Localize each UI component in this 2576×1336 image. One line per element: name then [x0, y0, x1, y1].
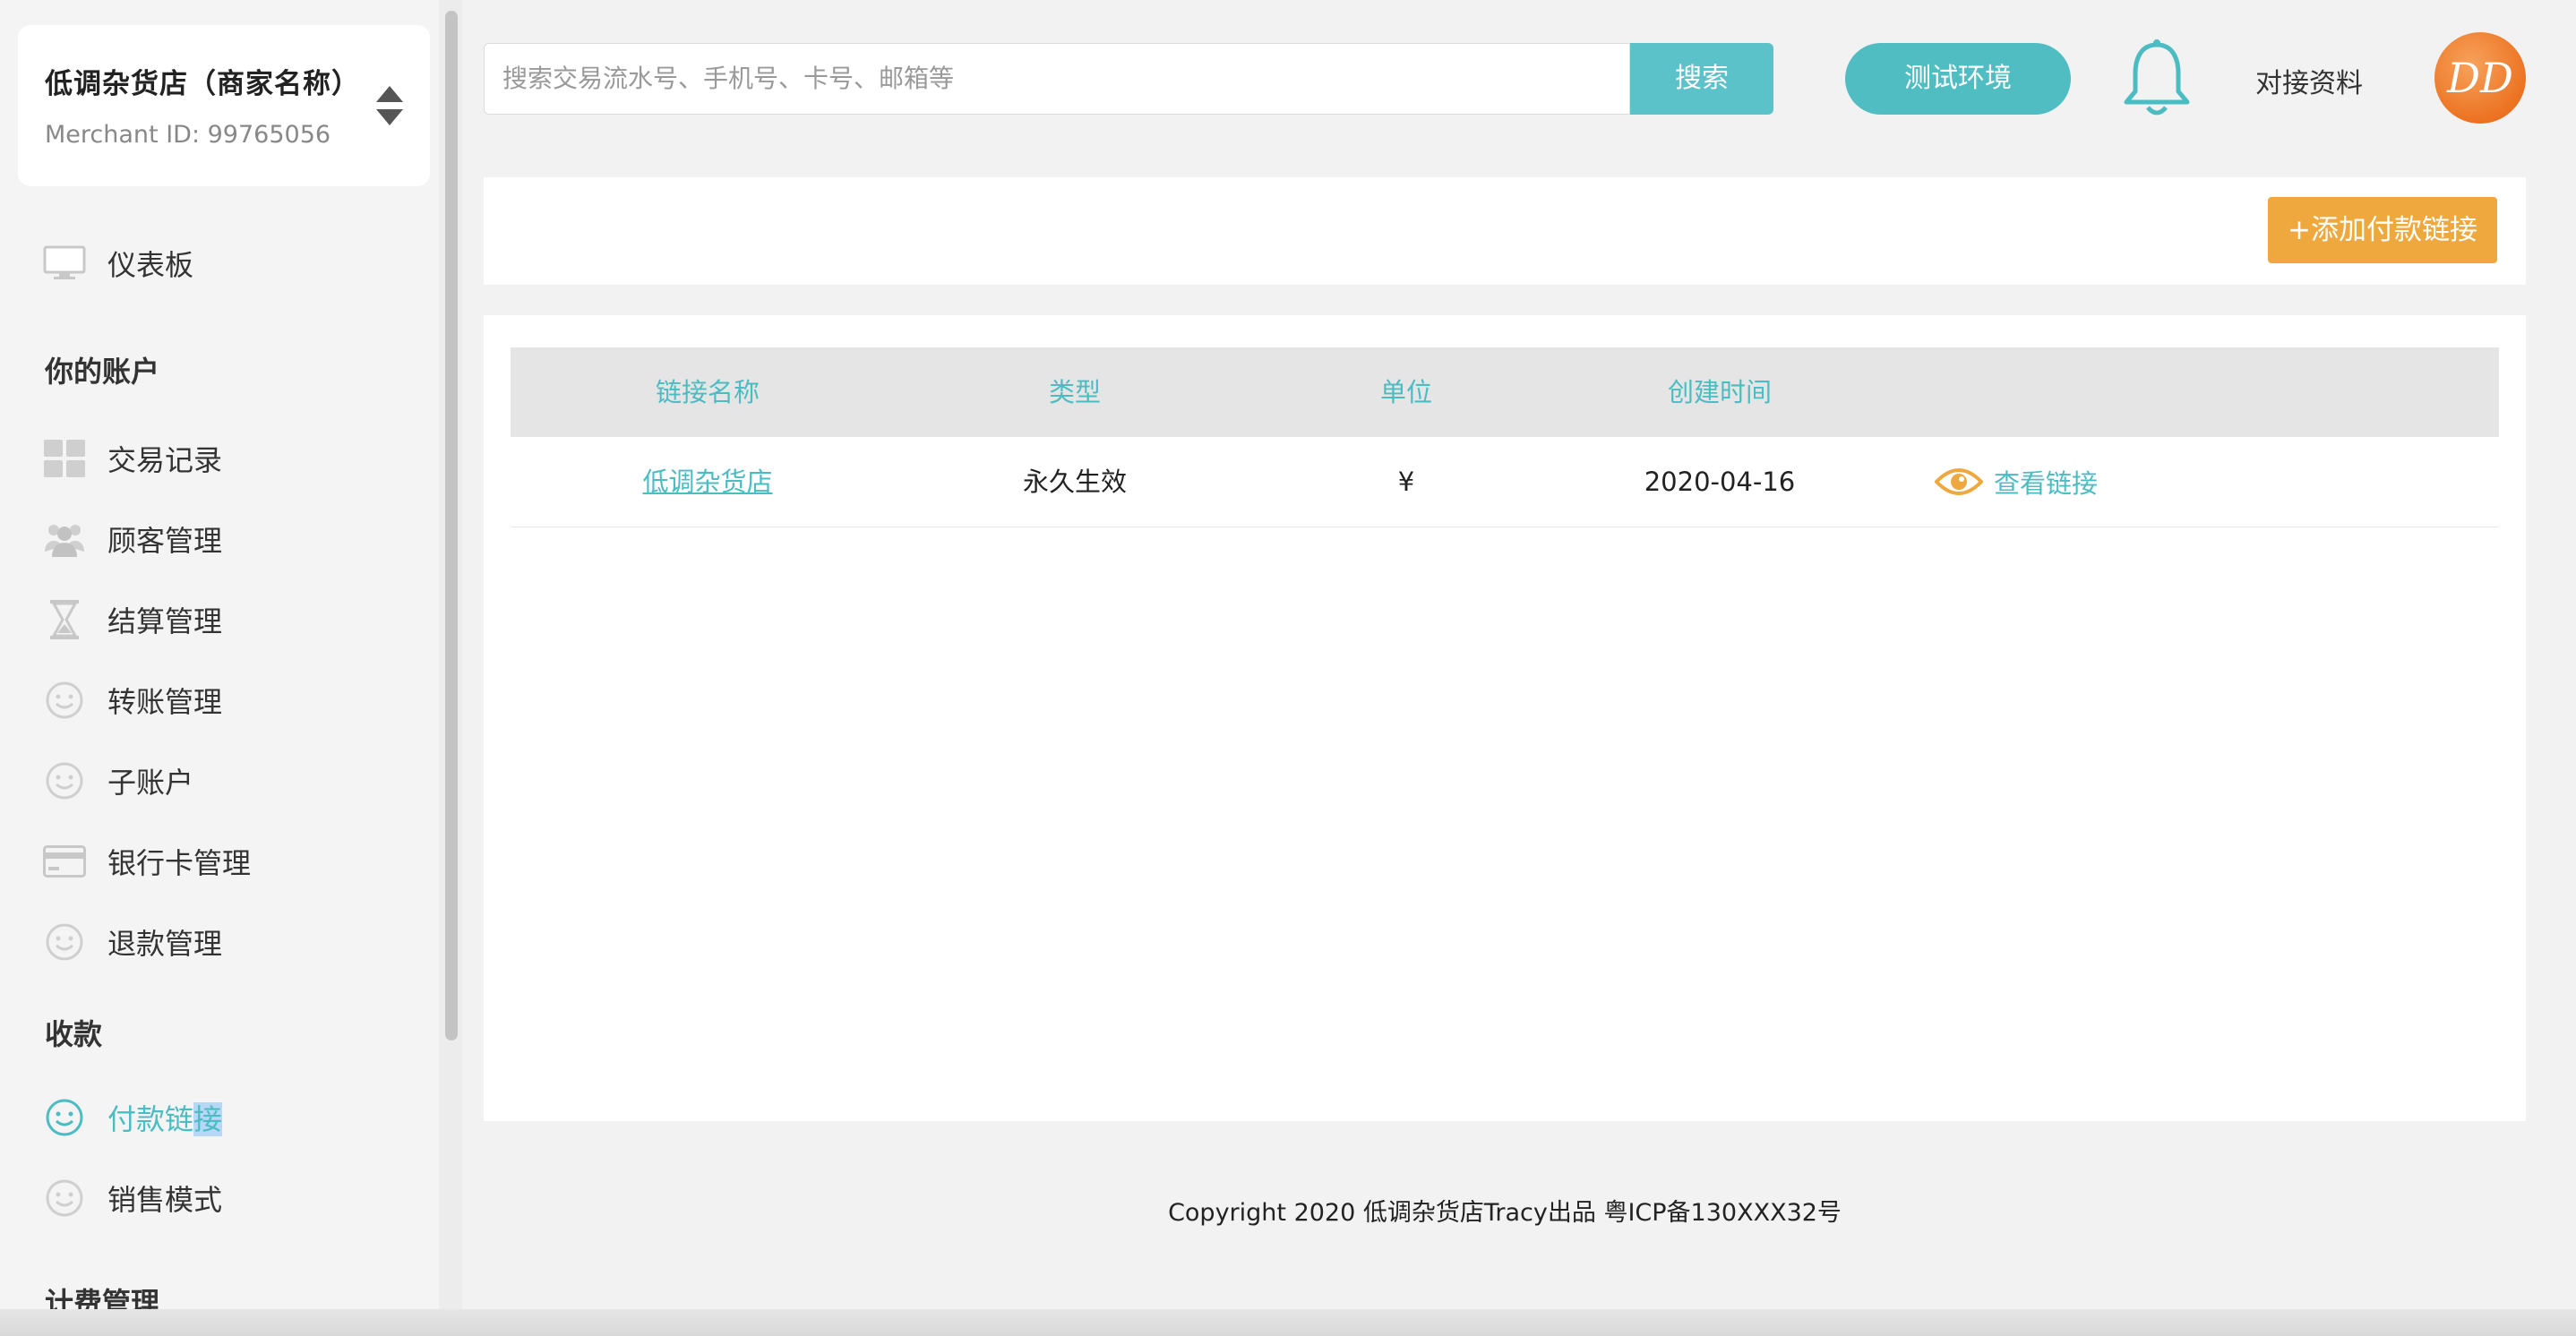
sidebar-item-label: 销售模式 — [107, 1183, 223, 1217]
search-input[interactable]: 搜索交易流水号、手机号、卡号、邮箱等 — [484, 43, 1630, 115]
sidebar-item-customers[interactable]: 顾客管理 — [43, 512, 222, 566]
column-header-created-time: 创建时间 — [1667, 377, 1772, 407]
sidebar-item-refunds[interactable]: 退款管理 — [43, 915, 222, 969]
type-cell: 永久生效 — [1022, 467, 1127, 497]
sidebar-item-label: 子账户 — [107, 766, 194, 800]
unit-cell: ¥ — [1397, 467, 1415, 497]
view-link-action[interactable]: 查看链接 — [1935, 437, 2098, 527]
column-header-unit: 单位 — [1379, 377, 1432, 407]
sidebar-item-settlement[interactable]: 结算管理 — [43, 593, 222, 647]
merchant-name: 低调杂货店（商家名称） — [45, 68, 360, 100]
created-time-cell: 2020-04-16 — [1644, 467, 1796, 497]
table-header: 链接名称 类型 单位 创建时间 — [511, 347, 2499, 437]
smiley-icon — [43, 1177, 86, 1220]
sidebar-item-sub-accounts[interactable]: 子账户 — [43, 754, 193, 808]
footer-copyright: Copyright 2020 低调杂货店Tracy出品 粤ICP备130XXX3… — [1168, 1199, 1842, 1227]
sidebar-item-label: 付款链接 — [107, 1097, 223, 1138]
smiley-icon — [43, 679, 86, 722]
sidebar-item-label: 结算管理 — [107, 604, 223, 638]
grid-icon — [43, 437, 86, 480]
bell-icon[interactable] — [2119, 38, 2194, 120]
column-header-link-name: 链接名称 — [655, 377, 760, 407]
add-payment-link-button[interactable]: +添加付款链接 — [2268, 197, 2497, 263]
sidebar-item-sales-mode[interactable]: 销售模式 — [43, 1171, 222, 1225]
sidebar: 低调杂货店（商家名称） Merchant ID: 99765056 仪表板 你的… — [0, 0, 439, 1309]
merchant-card[interactable]: 低调杂货店（商家名称） Merchant ID: 99765056 — [18, 25, 430, 186]
eye-icon — [1935, 468, 1983, 495]
smiley-icon — [43, 1096, 86, 1139]
payment-links-table-panel: 链接名称 类型 单位 创建时间 低调杂货店 永久生效 ¥ 2020-04-16 … — [484, 315, 2526, 1121]
sidebar-item-label: 银行卡管理 — [107, 846, 252, 880]
sidebar-item-payment-links[interactable]: 付款链接 — [43, 1091, 223, 1144]
window-bottom-bar — [0, 1309, 2576, 1336]
smiley-icon — [43, 759, 86, 802]
section-title-collect: 收款 — [45, 1017, 103, 1051]
sidebar-item-label: 仪表板 — [107, 248, 194, 282]
sidebar-item-transfers[interactable]: 转账管理 — [43, 673, 222, 727]
avatar[interactable]: DD — [2434, 32, 2526, 124]
table-row: 低调杂货店 永久生效 ¥ 2020-04-16 查看链接 — [511, 437, 2499, 527]
sidebar-item-label: 交易记录 — [107, 443, 223, 477]
sidebar-scrollbar-thumb[interactable] — [445, 11, 458, 1041]
section-title-billing: 计费管理 — [45, 1286, 160, 1309]
view-link-label: 查看链接 — [1994, 468, 2099, 499]
sidebar-item-label: 顾客管理 — [107, 524, 223, 558]
integration-docs-link[interactable]: 对接资料 — [2255, 61, 2363, 100]
sidebar-item-dashboard[interactable]: 仪表板 — [43, 236, 193, 290]
section-title-account: 你的账户 — [45, 355, 160, 389]
credit-card-icon — [43, 840, 86, 883]
hourglass-icon — [43, 598, 86, 641]
link-name-cell[interactable]: 低调杂货店 — [600, 437, 815, 527]
smiley-icon — [43, 921, 86, 963]
toolbar-panel: +添加付款链接 — [484, 177, 2526, 285]
switch-merchant-icon[interactable] — [374, 82, 405, 129]
test-environment-button[interactable]: 测试环境 — [1845, 43, 2071, 115]
sidebar-item-label: 退款管理 — [107, 927, 223, 961]
merchant-id: Merchant ID: 99765056 — [45, 121, 331, 149]
sidebar-item-label: 转账管理 — [107, 685, 223, 719]
monitor-icon — [43, 242, 86, 285]
search-button[interactable]: 搜索 — [1630, 43, 1773, 115]
users-icon — [43, 518, 86, 561]
sidebar-item-bank-cards[interactable]: 银行卡管理 — [43, 835, 251, 888]
column-header-type: 类型 — [1048, 377, 1101, 407]
label-plain: 付款链 — [107, 1102, 194, 1136]
sidebar-item-transactions[interactable]: 交易记录 — [43, 432, 222, 485]
label-selected-text: 接 — [193, 1102, 223, 1136]
